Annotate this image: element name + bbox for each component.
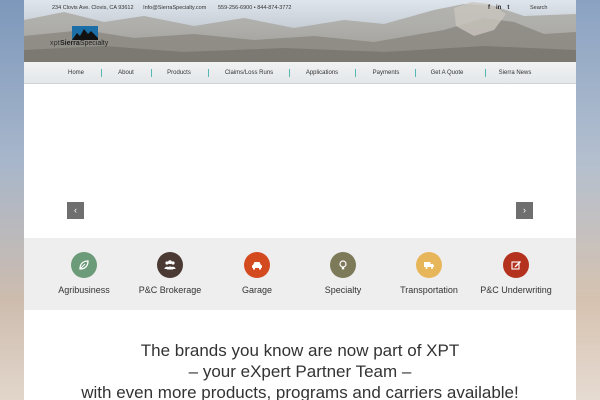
slider-prev-button[interactable]: ‹ <box>67 202 84 219</box>
nav-item-claims[interactable]: Claims/Loss Runs <box>216 62 282 84</box>
nav-separator <box>208 69 209 77</box>
background-right <box>576 0 600 400</box>
nav-item-products[interactable]: Products <box>159 62 199 84</box>
category-agribusiness[interactable]: Agribusiness <box>39 252 129 295</box>
category-pc-underwriting[interactable]: P&C Underwriting <box>471 252 561 295</box>
category-pc-brokerage[interactable]: P&C Brokerage <box>125 252 215 295</box>
mountain-logo-icon <box>72 26 98 40</box>
slider-next-button[interactable]: › <box>516 202 533 219</box>
lightbulb-icon <box>330 252 356 278</box>
facebook-icon[interactable]: f <box>488 0 490 16</box>
category-specialty[interactable]: Specialty <box>298 252 388 295</box>
edit-icon <box>503 252 529 278</box>
category-garage[interactable]: Garage <box>212 252 302 295</box>
linkedin-icon[interactable]: in <box>496 0 501 16</box>
nav-separator <box>101 69 102 77</box>
address-text: 234 Clovis Ave. Clovis, CA 93612 <box>52 5 134 11</box>
main-nav: Home About Products Claims/Loss Runs App… <box>24 62 576 84</box>
page: 234 Clovis Ave. Clovis, CA 93612 Info@Si… <box>24 0 576 400</box>
twitter-icon[interactable]: t <box>507 0 509 16</box>
tagline-line-1: The brands you know are now part of XPT <box>140 341 460 360</box>
nav-separator <box>355 69 356 77</box>
nav-item-payments[interactable]: Payments <box>363 62 409 84</box>
car-icon <box>244 252 270 278</box>
nav-item-get-a-quote[interactable]: Get A Quote <box>424 62 470 84</box>
nav-separator <box>151 69 152 77</box>
category-label: P&C Underwriting <box>480 285 552 295</box>
tagline: The brands you know are now part of XPT … <box>24 340 576 400</box>
nav-item-home[interactable]: Home <box>60 62 92 84</box>
people-icon <box>157 252 183 278</box>
tagline-line-3: with even more products, programs and ca… <box>81 383 519 400</box>
logo-text: xptSierraSpecialty <box>50 40 109 47</box>
category-label: Transportation <box>400 285 458 295</box>
logo[interactable]: xptSierraSpecialty <box>50 26 118 54</box>
category-label: Garage <box>241 285 273 295</box>
contact-info: 234 Clovis Ave. Clovis, CA 93612 Info@Si… <box>52 0 214 16</box>
leaf-icon <box>71 252 97 278</box>
category-label: Agribusiness <box>58 285 110 295</box>
nav-item-applications[interactable]: Applications <box>297 62 347 84</box>
category-transportation[interactable]: Transportation <box>384 252 474 295</box>
phone-numbers[interactable]: 559-256-6900 • 844-874-3772 <box>218 0 292 16</box>
search-link[interactable]: Search <box>530 0 547 16</box>
nav-separator <box>485 69 486 77</box>
hero-slider: ‹ › <box>24 85 576 238</box>
nav-separator <box>289 69 290 77</box>
tagline-line-2: – your eXpert Partner Team – <box>188 362 412 381</box>
truck-icon <box>416 252 442 278</box>
nav-item-about[interactable]: About <box>110 62 142 84</box>
header: 234 Clovis Ave. Clovis, CA 93612 Info@Si… <box>24 0 576 62</box>
email-link[interactable]: Info@SierraSpecialty.com <box>143 5 206 11</box>
background-left <box>0 0 24 400</box>
category-bar: Agribusiness P&C Brokerage Garage Specia… <box>24 238 576 310</box>
nav-separator <box>415 69 416 77</box>
category-label: P&C Brokerage <box>138 285 202 295</box>
nav-item-sierra-news[interactable]: Sierra News <box>492 62 538 84</box>
social-links: f in t <box>488 0 509 16</box>
category-label: Specialty <box>324 285 362 295</box>
top-bar: 234 Clovis Ave. Clovis, CA 93612 Info@Si… <box>24 0 576 16</box>
